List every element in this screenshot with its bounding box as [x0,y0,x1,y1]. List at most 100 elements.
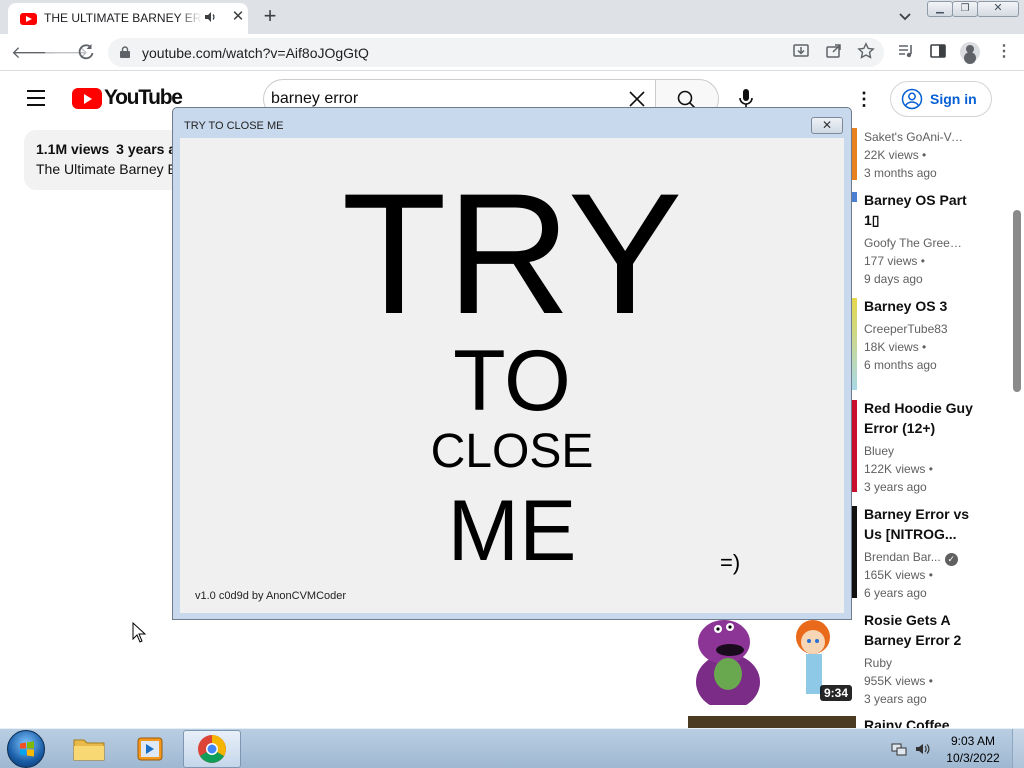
window-restore-button[interactable]: ❐ [952,1,978,17]
page-scrollbar[interactable] [1011,130,1024,728]
view-count: 22K views • [864,148,927,162]
channel-name[interactable]: Saket's GoAni-Ve... [864,130,966,144]
media-control-icon[interactable] [897,42,915,60]
url-text[interactable]: youtube.com/watch?v=Aif8oJOgGtQ [142,45,369,61]
sign-in-button[interactable]: Sign in [890,81,992,117]
back-arrow-icon[interactable]: 🡐 [11,42,57,64]
video-title[interactable]: Rosie Gets A Barney Error 2 [864,610,980,650]
channel-name[interactable]: Goofy The Green ... [864,236,966,250]
mouse-cursor-icon [132,622,146,643]
channel-name[interactable]: Ruby [864,656,966,670]
upload-age: 3 months ago [864,166,937,180]
upload-age: 3 years ago [864,692,927,706]
heading-to: TO [453,333,571,429]
browser-toolbar: 🡐 🡒 youtube.com/watch?v=Aif8oJOgGtQ ⋮ [0,34,1024,71]
browser-tab-youtube[interactable]: THE ULTIMATE BARNEY ERROR ✕ [8,3,248,34]
video-title[interactable]: Rainy Coffee [864,716,980,728]
window-close-button[interactable]: ✕ [977,1,1019,17]
upload-age: 6 months ago [864,358,937,372]
channel-name[interactable]: Bluey [864,444,966,458]
side-panel-icon[interactable] [929,42,947,60]
smiley-text: =) [720,550,741,575]
view-count: 18K views • [864,340,927,354]
youtube-play-icon [72,88,102,109]
clock-time: 9:03 AM [950,734,996,748]
volume-icon[interactable] [915,741,931,757]
channel-name[interactable]: CreeperTube83 [864,322,966,336]
video-thumbnail[interactable] [852,506,857,598]
bookmark-star-icon[interactable] [857,42,875,60]
lock-icon[interactable] [120,46,130,58]
address-bar[interactable]: youtube.com/watch?v=Aif8oJOgGtQ [108,38,884,67]
youtube-favicon-icon [20,13,37,25]
video-meta: 1.1M views 3 years ago [36,141,193,157]
chrome-icon [198,735,226,763]
share-icon[interactable] [825,42,843,60]
system-clock[interactable]: 9:03 AM 10/3/2022 [944,733,1002,767]
video-thumbnail[interactable] [852,192,857,202]
recommendation-item[interactable]: Red Hoodie Guy Error (12+) Bluey 122K vi… [852,398,1002,498]
video-thumbnail[interactable]: 9:34 [688,612,856,705]
upload-age: 3 years ago [864,480,927,494]
new-tab-button[interactable]: + [259,5,281,27]
taskbar-explorer[interactable] [60,730,118,768]
windows-taskbar: 9:03 AM 10/3/2022 [0,728,1024,768]
windows-logo-icon [20,741,34,757]
tab-close-icon[interactable]: ✕ [230,9,246,25]
recommendation-item[interactable]: Barney OS Part 1▯ Goofy The Green ... 17… [852,190,1002,290]
window-client-area: TRY TO CLOSE ME =) v1.0 c0d9d by AnonCVM… [180,138,844,613]
recommendation-item[interactable]: Rosie Gets A Barney Error 2 Ruby 955K vi… [852,610,1002,710]
view-count: 955K views • [864,674,933,688]
video-thumbnail[interactable] [852,128,857,180]
video-views: 1.1M views [36,141,110,157]
chevron-down-icon[interactable] [896,8,914,26]
window-titlebar[interactable]: TRY TO CLOSE ME ✕ [173,108,851,138]
view-count: 165K views • [864,568,933,582]
search-query-text[interactable]: barney error [271,90,358,108]
browser-menu-icon[interactable]: ⋮ [996,43,1012,61]
account-icon [901,88,923,110]
video-description-title: The Ultimate Barney Error [36,161,194,177]
start-button[interactable] [7,730,45,768]
recommendation-item[interactable]: Saket's GoAni-Ve... 22K views • 3 months… [852,128,1002,180]
recommendation-item[interactable]: Rainy Coffee [852,716,1002,728]
install-app-icon[interactable] [792,42,810,60]
forward-arrow-icon[interactable]: 🡒 [43,42,89,64]
channel-name[interactable]: Brendan Bar... ✓ [864,550,966,566]
verified-check-icon: ✓ [944,553,958,566]
view-count: 177 views • [864,254,925,268]
heading-me: ME [447,483,577,579]
video-title[interactable]: Barney OS 3 [864,296,980,316]
upload-age: 6 years ago [864,586,927,600]
youtube-wordmark: YouTube [104,86,183,109]
recommendation-item[interactable]: Barney OS 3 CreeperTube83 18K views • 6 … [852,296,1002,392]
folder-icon [73,739,105,761]
show-desktop-button[interactable] [1012,729,1024,768]
upload-age: 9 days ago [864,272,923,286]
taskbar-chrome[interactable] [183,730,241,768]
clock-date: 10/3/2022 [946,751,1000,765]
profile-avatar-icon[interactable] [960,42,980,62]
hamburger-menu-icon[interactable] [27,90,45,106]
settings-menu-icon[interactable]: ⋮ [855,88,873,110]
video-title[interactable]: Red Hoodie Guy Error (12+) [864,398,980,438]
video-thumbnail[interactable] [852,298,857,390]
speaker-audio-icon[interactable] [204,10,218,24]
reload-icon[interactable] [76,42,96,62]
try-to-close-me-window[interactable]: TRY TO CLOSE ME ✕ TRY TO CLOSE ME =) v1.… [172,107,852,620]
taskbar-media-player[interactable] [121,730,179,768]
heading-try: TRY [341,158,683,350]
scrollbar-thumb[interactable] [1013,210,1021,392]
video-title[interactable]: Barney Error vs Us [NITROG... [864,504,980,544]
version-credit: v1.0 c0d9d by AnonCVMCoder [195,590,347,602]
popup-close-button[interactable]: ✕ [811,117,843,134]
tab-title: THE ULTIMATE BARNEY ERROR [44,11,202,25]
video-description-card[interactable]: 1.1M views 3 years ago The Ultimate Barne… [24,130,194,190]
recommendation-item[interactable]: Barney Error vs Us [NITROG... Brendan Bar… [852,504,1002,604]
window-minimize-button[interactable]: ▁ [927,1,953,17]
video-title[interactable]: Barney OS Part 1▯ [864,190,980,230]
youtube-logo[interactable]: YouTube [72,86,183,110]
video-thumbnail[interactable] [852,400,857,492]
media-player-icon [137,737,163,761]
network-icon[interactable] [891,741,907,757]
